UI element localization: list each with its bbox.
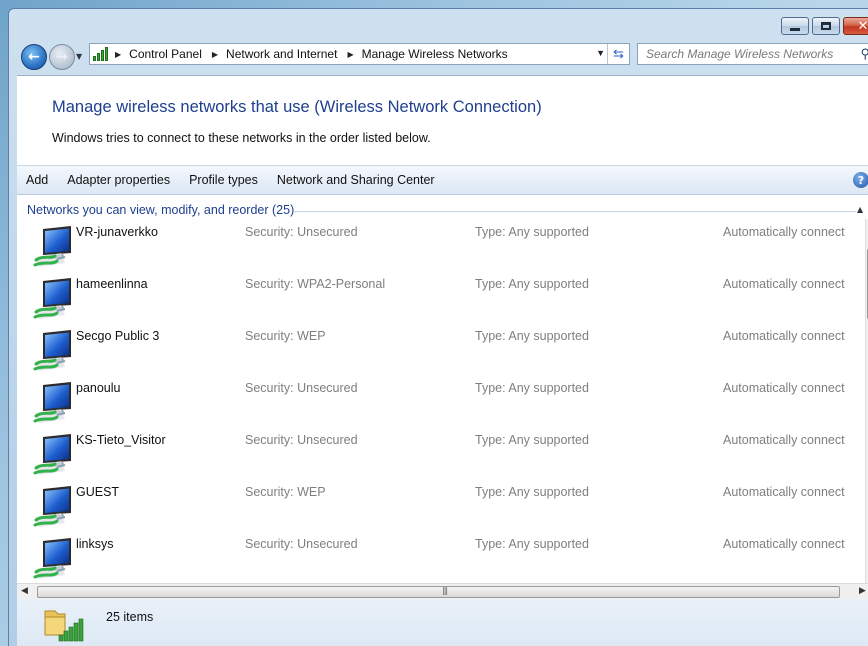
add-button[interactable]: Add [26,173,48,187]
recent-pages-dropdown-icon[interactable]: ▼ [76,52,82,61]
network-name: VR-junaverkko [76,225,158,239]
network-security: Security: Unsecured [245,225,358,239]
network-security: Security: Unsecured [245,537,358,551]
wireless-network-icon [33,330,71,371]
network-connect-mode: Automatically connect [723,381,845,395]
network-connect-mode: Automatically connect [723,433,845,447]
wireless-network-icon [33,226,71,267]
refresh-button[interactable]: ⇆ [607,44,629,64]
scroll-right-icon[interactable]: ▶ [859,586,866,596]
group-divider [294,211,856,212]
search-icon[interactable]: ⚲ [860,46,868,62]
breadcrumb-control-panel[interactable]: Control Panel [129,47,202,61]
back-arrow-icon: ← [28,49,40,65]
network-type: Type: Any supported [475,381,589,395]
network-connect-mode: Automatically connect [723,277,845,291]
network-sharing-center-button[interactable]: Network and Sharing Center [277,173,435,187]
network-security: Security: WPA2-Personal [245,277,386,291]
network-row[interactable]: hameenlinna Security: WPA2-Personal Type… [17,275,865,327]
page-title: Manage wireless networks that use (Wirel… [52,98,542,116]
network-type: Type: Any supported [475,225,589,239]
network-row[interactable]: GUEST Security: WEP Type: Any supported … [17,483,865,535]
window: ✕ ← → ▼ ▶ Control Panel ▶ Network and In… [8,8,868,646]
network-name: hameenlinna [76,277,148,291]
breadcrumb-separator-icon[interactable]: ▶ [212,50,218,59]
command-bar: Add Adapter properties Profile types Net… [17,165,868,195]
network-connect-mode: Automatically connect [723,225,845,239]
network-type: Type: Any supported [475,433,589,447]
maximize-icon [813,18,839,34]
search-input[interactable] [646,47,846,61]
network-type: Type: Any supported [475,537,589,551]
address-bar[interactable]: ▶ Control Panel ▶ Network and Internet ▶… [89,43,630,65]
network-row[interactable]: panoulu Security: Unsecured Type: Any su… [17,379,865,431]
network-security: Security: WEP [245,329,326,343]
forward-arrow-icon: → [56,49,68,65]
breadcrumb-network-and-internet[interactable]: Network and Internet [226,47,337,61]
title-bar[interactable]: ✕ [9,9,868,43]
wireless-folder-icon [44,610,84,642]
network-row[interactable]: KS-Tieto_Visitor Security: Unsecured Typ… [17,431,865,483]
network-name: linksys [76,537,114,551]
wireless-network-icon [33,538,71,579]
minimize-icon [782,18,808,34]
back-button[interactable]: ← [21,44,47,70]
main-content: Manage wireless networks that use (Wirel… [17,75,868,600]
maximize-button[interactable] [812,17,840,35]
adapter-properties-button[interactable]: Adapter properties [67,173,170,187]
search-box[interactable]: ⚲ [637,43,868,65]
address-dropdown-icon[interactable]: ▼ [596,48,605,58]
network-security: Security: WEP [245,485,326,499]
forward-button[interactable]: → [49,44,75,70]
network-type: Type: Any supported [475,485,589,499]
network-security: Security: Unsecured [245,433,358,447]
refresh-icon: ⇆ [613,46,624,61]
scroll-left-icon[interactable]: ◀ [21,586,28,596]
wireless-network-icon [33,278,71,319]
wireless-network-icon [33,382,71,423]
item-count: 25 items [106,610,154,624]
network-row[interactable]: Secgo Public 3 Security: WEP Type: Any s… [17,327,865,379]
breadcrumb-separator-icon[interactable]: ▶ [347,50,353,59]
breadcrumb-separator-icon[interactable]: ▶ [115,50,121,59]
scroll-grip-icon: ||| [442,586,448,595]
network-name: GUEST [76,485,120,499]
group-header[interactable]: Networks you can view, modify, and reord… [27,203,294,217]
network-name: Secgo Public 3 [76,329,160,343]
network-name: panoulu [76,381,121,395]
help-icon[interactable]: ? [853,172,868,188]
navigation-bar: ← → ▼ ▶ Control Panel ▶ Network and Inte… [9,43,868,75]
network-list: VR-junaverkko Security: Unsecured Type: … [17,219,865,583]
horizontal-scroll-thumb[interactable]: ||| [37,586,840,598]
page-subtitle: Windows tries to connect to these networ… [52,131,431,145]
network-type: Type: Any supported [475,329,589,343]
network-connect-mode: Automatically connect [723,537,845,551]
group-collapse-icon[interactable]: ▲ [857,205,863,214]
network-row[interactable]: VR-junaverkko Security: Unsecured Type: … [17,223,865,275]
network-connect-mode: Automatically connect [723,485,845,499]
control-panel-icon [93,47,109,61]
network-security: Security: Unsecured [245,381,358,395]
minimize-button[interactable] [781,17,809,35]
network-connect-mode: Automatically connect [723,329,845,343]
network-name: KS-Tieto_Visitor [76,433,166,447]
wireless-network-icon [33,434,71,475]
wireless-network-icon [33,486,71,527]
profile-types-button[interactable]: Profile types [189,173,258,187]
network-row[interactable]: linksys Security: Unsecured Type: Any su… [17,535,865,583]
horizontal-scrollbar[interactable]: ◀ ||| ▶ [17,583,868,600]
network-type: Type: Any supported [475,277,589,291]
status-bar: 25 items [17,599,868,646]
breadcrumb-manage-wireless-networks[interactable]: Manage Wireless Networks [362,47,508,61]
close-icon: ✕ [857,18,868,34]
close-button[interactable]: ✕ [843,17,868,35]
